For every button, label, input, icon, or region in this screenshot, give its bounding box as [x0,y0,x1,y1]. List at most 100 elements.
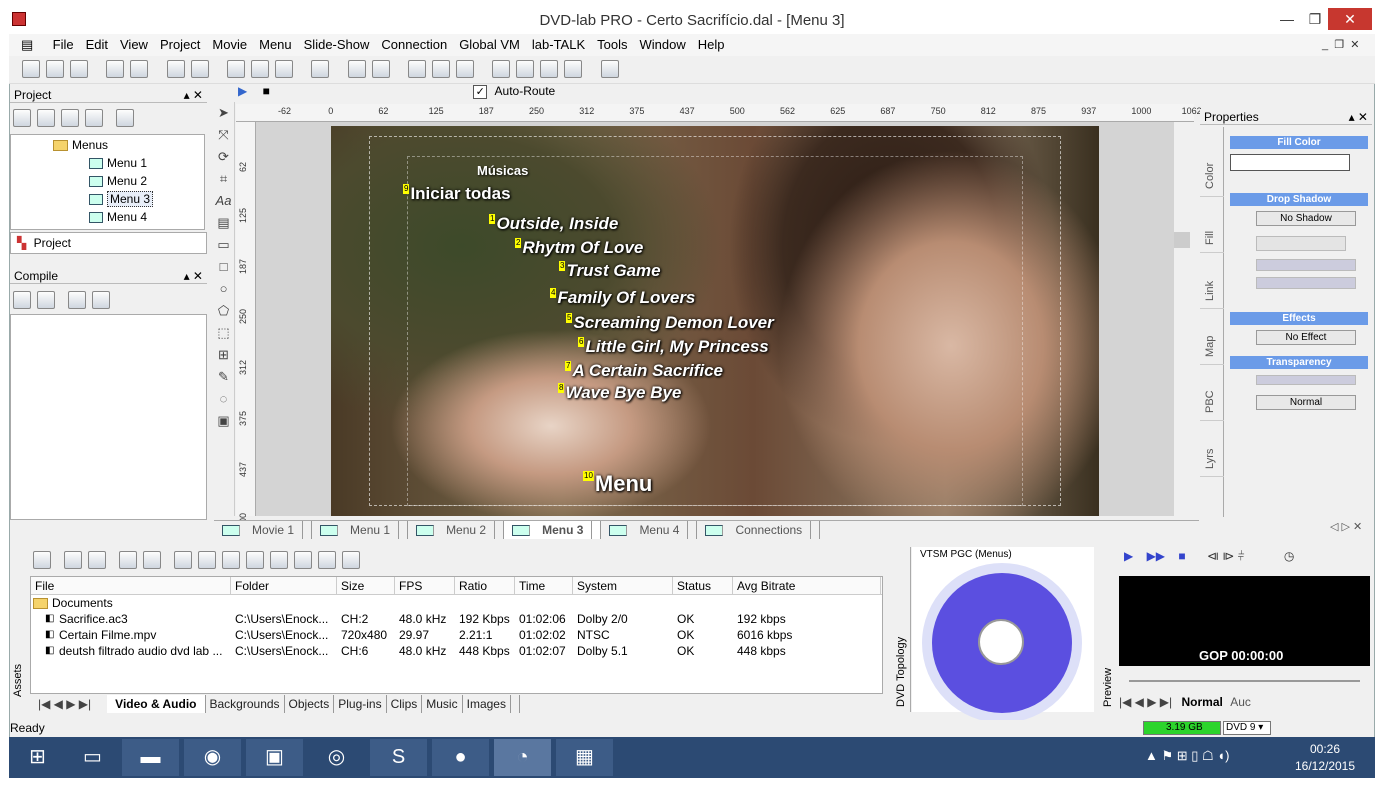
compile-log-icon[interactable] [92,291,110,309]
shadow-color-select[interactable] [1256,236,1346,251]
zoom-1-1-icon[interactable] [540,60,559,78]
copy-icon[interactable] [106,60,125,78]
editor-tab[interactable]: Menu 3 [504,521,602,539]
preview-seek[interactable] [1119,668,1370,694]
undo-icon[interactable] [166,60,185,78]
assets-tab[interactable]: Backgrounds [206,695,285,713]
asset-row[interactable]: deutsh filtrado audio dvd lab ... C:\User… [31,643,882,659]
dfx-icon[interactable] [432,60,451,78]
autos-icon[interactable] [116,109,134,127]
menu-return-button[interactable]: 10Menu [583,471,652,497]
skype-icon[interactable]: S [370,739,427,776]
property-side-tab[interactable]: Fill [1200,193,1224,253]
asset-copy-icon[interactable] [342,551,360,569]
clapper-app-icon[interactable]: ▦ [556,739,613,776]
scanner-app-icon[interactable]: ▭ [64,739,121,776]
asset-convert-icon[interactable] [270,551,288,569]
asset-chart-icon[interactable] [294,551,312,569]
file-explorer-icon[interactable]: ▬ [122,739,179,776]
list-icon[interactable] [347,60,366,78]
find-icon[interactable] [275,60,294,78]
column-header[interactable]: Ratio [455,577,515,595]
editor-tab[interactable]: Menu 4 [601,521,698,539]
add-slideshow-icon[interactable] [61,109,79,127]
menu-item-movie[interactable]: Movie [206,34,253,56]
add-movie-icon[interactable] [13,109,31,127]
tree-item[interactable]: Menu 4 [11,208,204,226]
clock[interactable]: 00:26 16/12/2015 [1290,742,1360,773]
property-side-tab[interactable]: Link [1200,249,1224,309]
editor-tab[interactable]: Movie 1 [214,521,313,539]
open-icon[interactable] [46,60,64,78]
crop-tool-icon[interactable]: ⌗ [213,168,234,190]
assets-tab[interactable]: Video & Audio [107,695,206,713]
menu-item-tools[interactable]: Tools [591,34,633,56]
preview-step-icon[interactable]: ⧏ ⧐ ⫩ [1207,549,1245,563]
song-button[interactable]: 6 Little Girl, My Princess [578,337,769,357]
column-header[interactable]: Size [337,577,395,595]
close-button[interactable]: ✕ [1328,8,1372,30]
tab-nav[interactable]: ◁ ▷ ✕ [1330,520,1362,533]
panel-close-icon[interactable]: ▴ ✕ [184,87,203,103]
editor-tab[interactable]: Connections [697,521,821,539]
compile-icon[interactable] [311,60,330,78]
ellipse-tool-icon[interactable]: ○ [213,278,234,300]
tree-item[interactable]: Menu 2 [11,172,204,190]
layers-icon[interactable] [251,60,270,78]
preview-mode-audio[interactable]: Auc [1230,695,1251,709]
asset-row[interactable]: Sacrifice.ac3 C:\Users\Enock... CH:2 48.0 k… [31,611,882,627]
menu-item-help[interactable]: Help [692,34,731,56]
assets-tab[interactable]: Images [463,695,511,713]
select-area-tool-icon[interactable]: ◌ [213,388,234,410]
song-button[interactable]: 3 Trust Game [559,261,661,281]
preview-ff-icon[interactable]: ▶▶ [1147,549,1165,563]
song-button[interactable]: 4 Family Of Lovers [550,288,695,308]
fx-icon[interactable] [408,60,427,78]
asset-bar-icon[interactable] [246,551,264,569]
drop-shadow-select[interactable]: No Shadow [1256,211,1356,226]
text-tool-icon[interactable]: Aa [213,190,234,212]
menu-item-lab-talk[interactable]: lab-TALK [526,34,591,56]
asset-audio-icon[interactable] [198,551,216,569]
song-button[interactable]: 5 Screaming Demon Lover [566,313,774,333]
zoom-out-icon[interactable] [516,60,535,78]
asset-sort-icon[interactable] [143,551,161,569]
pro-ex-icon[interactable] [564,60,583,78]
property-side-tab[interactable]: Color [1200,137,1224,197]
assets-tab-nav[interactable]: |◀ ◀ ▶ ▶| [30,695,99,713]
menu-item-file[interactable]: File [47,34,80,56]
transparency-slider[interactable] [1256,375,1356,385]
assets-tab[interactable]: Clips [387,695,423,713]
play-icon[interactable]: ▶ [238,84,247,98]
preview-clock-icon[interactable]: ◷ [1284,549,1294,563]
editor-tab[interactable]: Menu 2 [408,521,505,539]
shadow-slider-1[interactable] [1256,259,1356,271]
zoom-in-icon[interactable] [492,60,511,78]
play-all-button[interactable]: 9 Iniciar todas [403,184,511,204]
button-tool-icon[interactable]: ⊞ [213,344,234,366]
save-icon[interactable] [70,60,88,78]
asset-view-icon[interactable] [33,551,51,569]
column-header[interactable]: FPS [395,577,455,595]
oi-app-icon[interactable]: ● [432,739,489,776]
song-button[interactable]: 1 Outside, Inside [489,214,618,234]
song-button[interactable]: 2 Rhytm Of Love [515,238,643,258]
asset-link-icon[interactable] [174,551,192,569]
assets-tab[interactable]: Music [422,695,463,713]
asset-ac3-icon[interactable] [222,551,240,569]
mdi-controls[interactable]: _ ❐ ✕ [1322,38,1359,51]
arrow-tool-icon[interactable]: ➤ [213,102,234,124]
column-header[interactable]: Status [673,577,733,595]
asset-row[interactable]: Certain Filme.mpv C:\Users\Enock... 720x48… [31,627,882,643]
tool-icon[interactable] [227,60,246,78]
stop-icon[interactable]: ■ [263,84,270,98]
tray-icons[interactable]: ▲ ⚑ ⊞ ▯ ☖ ◖) [1145,748,1229,764]
menu-item-view[interactable]: View [114,34,154,56]
compile-find-icon[interactable] [68,291,86,309]
asset-folder-icon[interactable] [119,551,137,569]
auto-route-checkbox[interactable]: ✓ [473,84,488,99]
object-tool-icon[interactable]: ▣ [213,410,234,432]
editor-vscrollbar[interactable] [1174,122,1190,516]
tree-item[interactable]: Menu 3 [11,190,204,208]
menu-item-menu[interactable]: Menu [253,34,298,56]
